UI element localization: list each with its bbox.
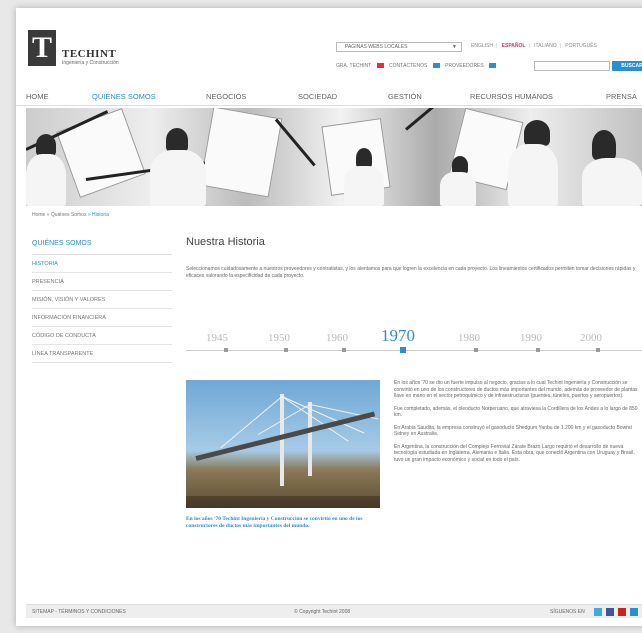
timeline-year-1980[interactable]: 1980 (458, 332, 480, 344)
header-banner-photo (26, 108, 642, 206)
youtube-icon[interactable] (618, 608, 626, 616)
facebook-icon[interactable] (606, 608, 614, 616)
brand-name[interactable]: TECHINT (62, 48, 116, 60)
sidebar-item-mision[interactable]: MISIÓN, VISIÓN Y VALORES (32, 291, 172, 309)
chevron-down-icon: ▼ (452, 44, 457, 50)
timeline-marker[interactable] (596, 348, 600, 352)
nav-negocios[interactable]: NEGOCIOS (206, 92, 246, 101)
lang-portugues[interactable]: PORTUGUÊS (565, 43, 597, 49)
link-gra-techint[interactable]: GRA. TECHINT (336, 63, 371, 69)
footer-links[interactable]: SITEMAP - TÉRMINOS Y CONDICIONES (32, 609, 126, 615)
bridge-photo (186, 380, 380, 508)
photo-caption: En los años '70 Techint Ingeniería y Con… (186, 516, 363, 529)
article-paragraph: Fue completado, además, el oleoducto Nor… (394, 405, 638, 419)
follow-us-label: SÍGUENOS EN (550, 609, 585, 615)
main-nav: HOME QUIÉNES SOMOS NEGOCIOS SOCIEDAD GES… (16, 86, 642, 106)
sidebar-item-informacion-financiera[interactable]: INFORMACIÓN FINANCIERA (32, 309, 172, 327)
timeline-year-2000[interactable]: 2000 (580, 332, 602, 344)
sidebar-item-presencia[interactable]: PRESENCIA (32, 273, 172, 291)
timeline-marker[interactable] (224, 348, 228, 352)
article-paragraph: En los años '70 se dio un fuerte impulso… (394, 380, 638, 399)
sidebar-item-linea-transparente[interactable]: LÍNEA TRANSPARENTE (32, 345, 172, 363)
timeline-year-1990[interactable]: 1990 (520, 332, 542, 344)
sidebar-item-historia[interactable]: HISTORIA (32, 255, 172, 273)
footer-copyright: © Copyright Techint 2008 (294, 609, 351, 615)
link-proveedores[interactable]: PROVEEDORES (445, 63, 484, 69)
breadcrumb: Home » Quiénes Somos » Historia (32, 212, 109, 218)
techint-logo[interactable]: T (28, 30, 56, 66)
nav-quienes-somos[interactable]: QUIÉNES SOMOS (92, 92, 156, 101)
nav-recursos-humanos[interactable]: RECURSOS HUMANOS (470, 92, 553, 101)
timeline-marker[interactable] (474, 348, 478, 352)
timeline: 1945 1950 1960 1970 1980 1990 2000 (186, 326, 642, 358)
breadcrumb-parents[interactable]: Home » Quiénes Somos » (32, 212, 92, 218)
nav-gestion[interactable]: GESTIÓN (388, 92, 422, 101)
language-switcher: ENGLISH | ESPAÑOL | ITALIANO | PORTUGUÊS (471, 43, 597, 49)
sidebar: QUIÉNES SOMOS HISTORIA PRESENCIA MISIÓN,… (32, 234, 172, 363)
article-body: En los años '70 se dio un fuerte impulso… (394, 380, 642, 469)
intro-text: Seleccionamos cuidadosamente a nuestros … (186, 266, 636, 279)
link-contactenos[interactable]: CONTÁCTENOS (389, 63, 427, 69)
local-pages-select-label: PAGINAS WEBS LOCALES (345, 44, 408, 50)
timeline-year-1970[interactable]: 1970 (381, 326, 415, 346)
t-icon (376, 63, 384, 69)
footer: SITEMAP - TÉRMINOS Y CONDICIONES © Copyr… (26, 604, 642, 618)
article-paragraph: En Arabia Saudita, la empresa construyó … (394, 424, 632, 438)
user-icon (489, 63, 497, 69)
nav-prensa[interactable]: PRENSA (606, 92, 637, 101)
page: T TECHINT Ingeniería y Construcción PAGI… (16, 8, 642, 626)
timeline-year-1960[interactable]: 1960 (326, 332, 348, 344)
timeline-marker[interactable] (284, 348, 288, 352)
search-input[interactable] (534, 61, 610, 71)
lang-espanol[interactable]: ESPAÑOL (502, 43, 526, 49)
timeline-marker-active[interactable] (400, 347, 406, 353)
timeline-marker[interactable] (342, 348, 346, 352)
sidebar-item-codigo-conducta[interactable]: CÓDIGO DE CONDUCTA (32, 327, 172, 345)
utility-links: GRA. TECHINT CONTÁCTENOS PROVEEDORES (336, 63, 500, 69)
sidebar-title[interactable]: QUIÉNES SOMOS (32, 234, 172, 255)
search-button[interactable]: BUSCAR (612, 61, 642, 71)
article-paragraph: En Argentina, la construcción del Comple… (394, 443, 635, 463)
lang-italiano[interactable]: ITALIANO (534, 43, 556, 49)
timeline-year-1945[interactable]: 1945 (206, 332, 228, 344)
breadcrumb-current: Historia (92, 212, 109, 218)
local-pages-select[interactable]: PAGINAS WEBS LOCALES ▼ (336, 42, 462, 52)
linkedin-icon[interactable] (630, 608, 638, 616)
timeline-year-1950[interactable]: 1950 (268, 332, 290, 344)
brand-tagline: Ingeniería y Construcción (62, 60, 119, 66)
nav-home[interactable]: HOME (26, 92, 49, 101)
timeline-marker[interactable] (536, 348, 540, 352)
twitter-icon[interactable] (594, 608, 602, 616)
mail-icon (432, 63, 440, 69)
page-title: Nuestra Historia (186, 236, 265, 248)
nav-sociedad[interactable]: SOCIEDAD (298, 92, 337, 101)
lang-english[interactable]: ENGLISH (471, 43, 493, 49)
